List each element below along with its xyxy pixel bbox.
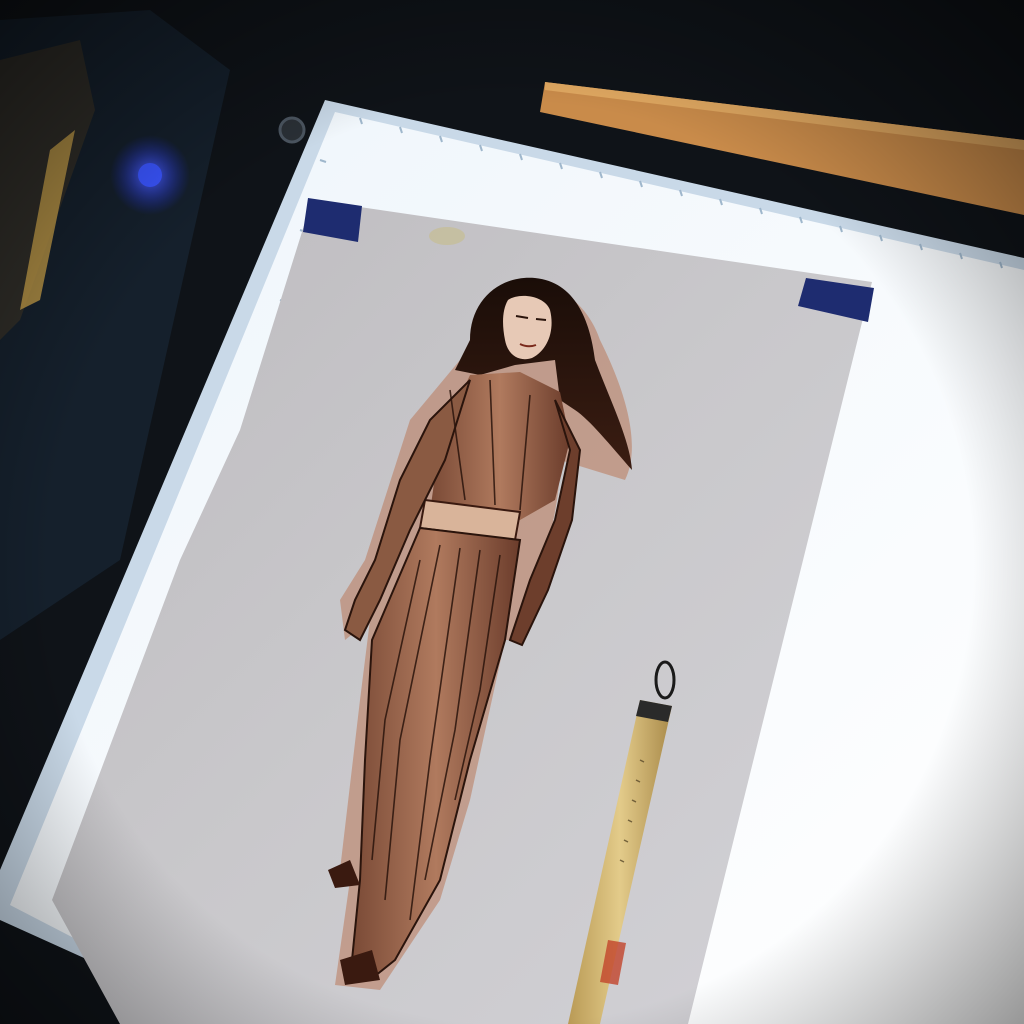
photo-scene [0, 0, 1024, 1024]
vignette-overlay [0, 0, 1024, 1024]
scene-illustration [0, 0, 1024, 1024]
